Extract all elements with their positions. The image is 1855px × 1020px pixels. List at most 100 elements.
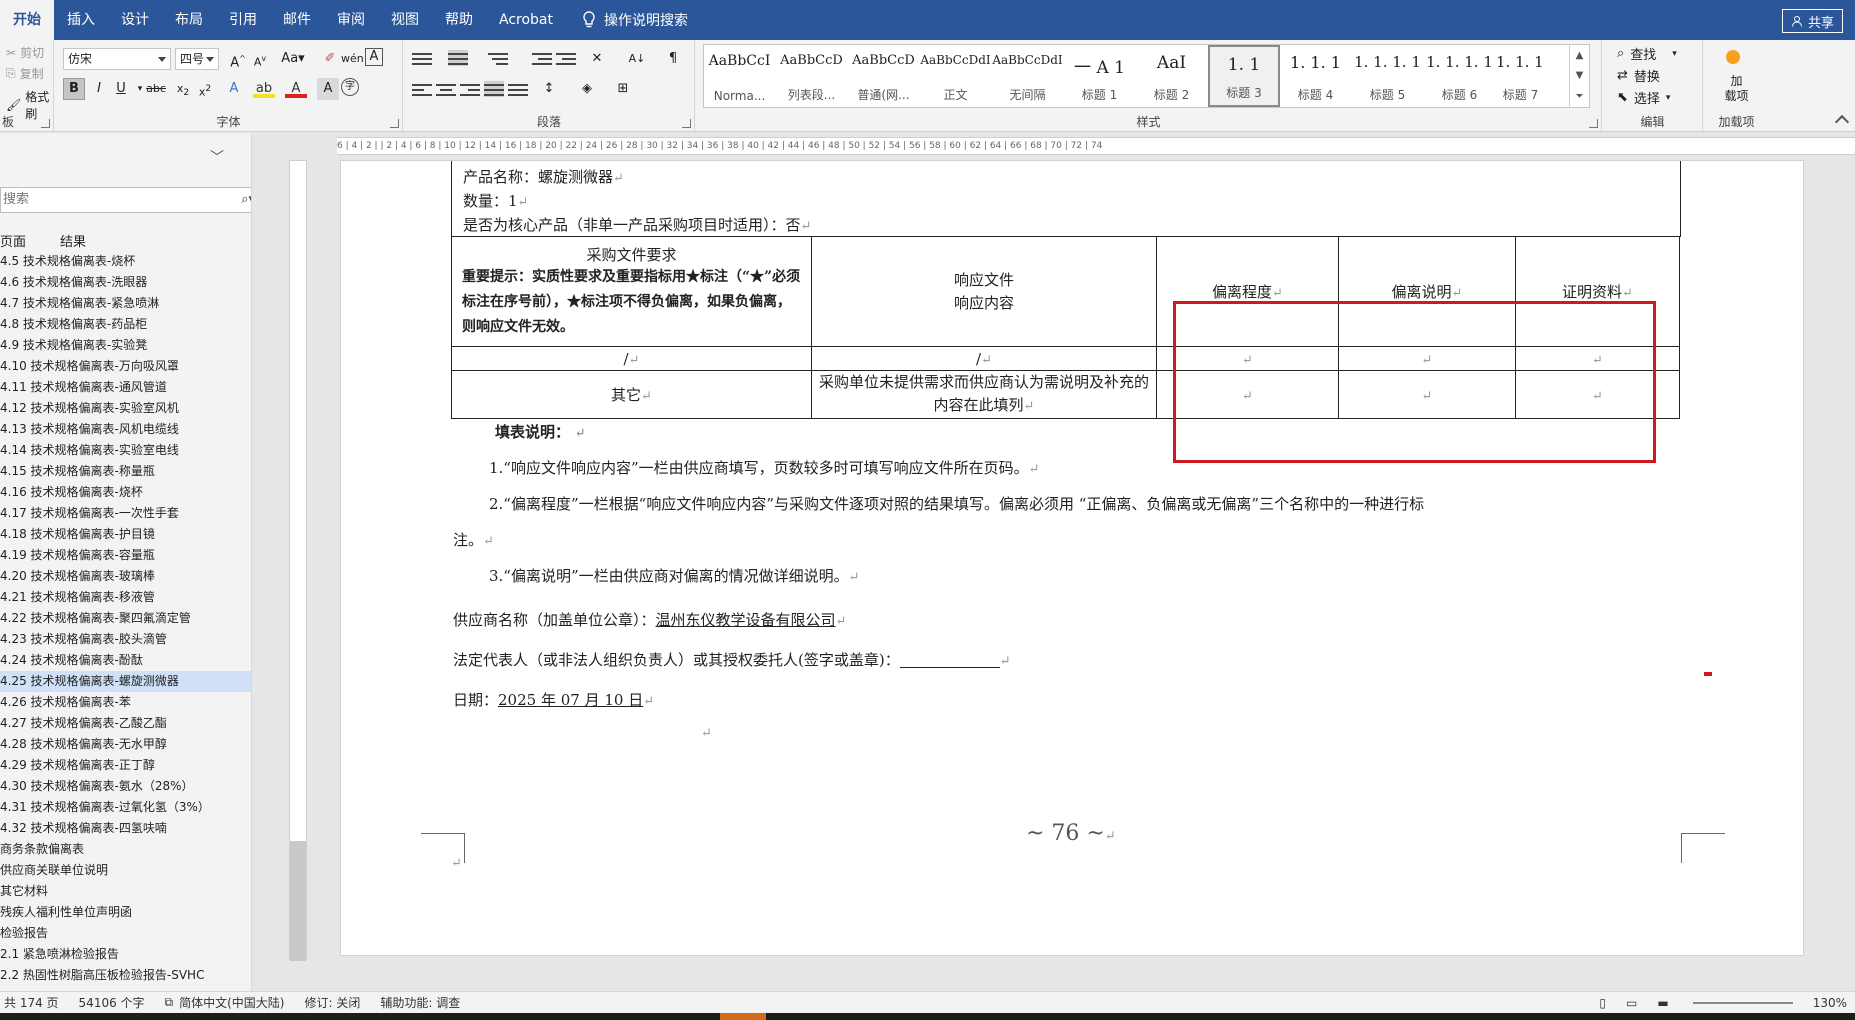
cut-button[interactable]: ✂ 剪切 [6,44,44,61]
zoom-slider[interactable] [1692,1001,1793,1004]
show-marks-icon[interactable]: ¶ [662,48,684,70]
style-heading-5[interactable]: 1. 1. 1. 1 标题 5 [1352,45,1424,107]
nav-heading-item[interactable]: 4.30 技术规格偏离表-氨水（28%） [0,776,251,797]
nav-heading-item[interactable]: 4.24 技术规格偏离表-酚酞 [0,650,251,671]
accessibility-status[interactable]: 辅助功能: 调查 [380,994,460,1011]
numbering-icon[interactable] [448,50,468,66]
nav-heading-item[interactable]: 4.15 技术规格偏离表-称量瓶 [0,461,251,482]
style-heading-2[interactable]: AaI 标题 2 [1136,45,1208,107]
nav-heading-item[interactable]: 4.29 技术规格偏离表-正丁醇 [0,755,251,776]
tab-mailings[interactable]: 邮件 [270,0,324,40]
tab-help[interactable]: 帮助 [432,0,486,40]
paragraph-launcher[interactable] [682,119,691,128]
align-center-icon[interactable] [436,81,456,97]
select-button[interactable]: ⬉ 选择 ▾ [1617,88,1670,107]
nav-options-icon[interactable]: ﹀ [210,147,224,167]
nav-heading-item[interactable]: 供应商关联单位说明 [0,860,251,881]
text-effects-button[interactable]: A [223,78,245,100]
nav-heading-item[interactable]: 4.17 技术规格偏离表-一次性手套 [0,503,251,524]
style-heading-6[interactable]: 1. 1. 1. 1 标题 6 [1424,45,1496,107]
nav-tab-pages[interactable]: 页面 [0,231,26,250]
find-button[interactable]: ⌕ 查找 ▾ [1617,44,1677,63]
nav-heading-item[interactable]: 4.28 技术规格偏离表-无水甲醇 [0,734,251,755]
nav-heading-item[interactable]: 4.10 技术规格偏离表-万向吸风罩 [0,356,251,377]
nav-heading-item[interactable]: 4.14 技术规格偏离表-实验室电线 [0,440,251,461]
font-name-combo[interactable]: 仿宋 [63,48,171,70]
page-count[interactable]: 共 174 页 [4,994,59,1011]
document-page[interactable]: 产品名称：螺旋测微器↵ 数量：1↵ 是否为核心产品（非单一产品采购项目时适用）：… [340,160,1804,956]
nav-heading-item[interactable]: 4.11 技术规格偏离表-通风管道 [0,377,251,398]
nav-heading-item[interactable]: 残疾人福利性单位声明函 [0,902,251,923]
nav-heading-item[interactable]: 4.8 技术规格偏离表-药品柜 [0,314,251,335]
tab-home[interactable]: 开始 [0,0,54,40]
clipboard-launcher[interactable] [41,119,50,128]
sort-icon[interactable]: A↓ [626,48,648,70]
grow-font-button[interactable]: A^ [227,48,249,70]
tab-references[interactable]: 引用 [216,0,270,40]
nav-heading-item[interactable]: 4.27 技术规格偏离表-乙酸乙酯 [0,713,251,734]
change-case-button[interactable]: Aa▾ [277,48,309,70]
copy-button[interactable]: ⎘ 复制 [6,65,44,82]
nav-heading-item[interactable]: 4.26 技术规格偏离表-苯 [0,692,251,713]
more-styles-icon[interactable]: ⏷ [1576,91,1584,102]
nav-tab-results[interactable]: 结果 [60,231,86,250]
nav-heading-item[interactable]: 4.21 技术规格偏离表-移液管 [0,587,251,608]
nav-heading-item[interactable]: 检验报告 [0,923,251,944]
nav-heading-item[interactable]: 4.12 技术规格偏离表-实验室风机 [0,398,251,419]
nav-heading-item[interactable]: 4.32 技术规格偏离表-四氢呋喃 [0,818,251,839]
nav-heading-item[interactable]: 4.23 技术规格偏离表-胶头滴管 [0,629,251,650]
nav-heading-item[interactable]: 4.9 技术规格偏离表-实验凳 [0,335,251,356]
shading-icon[interactable]: ◈ [576,78,598,100]
distributed-icon[interactable] [508,81,528,97]
chinese-layout-icon[interactable]: ✕ [586,48,608,70]
shrink-font-button[interactable]: Av [249,48,271,70]
decrease-indent-icon[interactable] [532,50,552,66]
nav-heading-item[interactable]: 2.1 紧急喷淋检验报告 [0,944,251,965]
nav-heading-item[interactable]: 4.25 技术规格偏离表-螺旋测微器 [0,671,251,692]
nav-heading-item[interactable]: 2.2 热固性树脂高压板检验报告-SVHC [0,965,251,986]
horizontal-ruler[interactable]: 6 | 4 | 2 | | 2 | 4 | 6 | 8 | 10 | 12 | … [287,137,1855,155]
style-list-paragraph[interactable]: AaBbCcD 列表段... [776,45,848,107]
read-mode-icon[interactable]: ▯ [1599,996,1606,1010]
strikethrough-button[interactable]: abc [145,78,167,100]
borders-icon[interactable]: ⊞ [612,78,634,100]
style-heading-7[interactable]: 1. 1. 1. 1标题 7 [1496,45,1546,107]
italic-button[interactable]: I [88,78,110,100]
table-cell[interactable]: /↵ [811,346,1157,371]
nav-heading-item[interactable]: 4.22 技术规格偏离表-聚四氟滴定管 [0,608,251,629]
nav-heading-item[interactable]: 4.5 技术规格偏离表-烧杯 [0,251,251,272]
gallery-scroll[interactable]: ▲ ▼ ⏷ [1569,45,1589,107]
web-layout-icon[interactable]: ▬ [1657,996,1668,1010]
font-launcher[interactable] [390,119,399,128]
nav-heading-item[interactable]: 4.19 技术规格偏离表-容量瓶 [0,545,251,566]
clear-format-icon[interactable]: ✐ [319,48,341,70]
font-size-combo[interactable]: 四号 [175,48,219,70]
word-count[interactable]: 54106 个字 [79,994,145,1011]
nav-search-input[interactable]: 搜索 ⌕▾ [0,187,251,213]
font-color-button[interactable]: A [285,78,307,98]
addins-button[interactable]: 加 载项 [1704,74,1769,104]
style-normal[interactable]: AaBbCcI Norma... [704,45,776,107]
nav-heading-item[interactable]: 其它材料 [0,881,251,902]
increase-indent-icon[interactable] [556,50,576,66]
line-spacing-icon[interactable]: ↕ [538,78,560,100]
zoom-level[interactable]: 130% [1813,996,1847,1010]
justify-icon[interactable] [484,81,504,97]
style-heading-1[interactable]: 一 A 1 标题 1 [1064,45,1136,107]
styles-launcher[interactable] [1589,119,1598,128]
nav-heading-item[interactable]: 4.13 技术规格偏离表-风机电缆线 [0,419,251,440]
proofing-icon[interactable]: ⧉ [165,995,174,1010]
nav-heading-item[interactable]: 4.16 技术规格偏离表-烧杯 [0,482,251,503]
tab-layout[interactable]: 布局 [162,0,216,40]
table-cell[interactable]: 其它↵ [451,370,812,419]
nav-heading-item[interactable]: 4.6 技术规格偏离表-洗眼器 [0,272,251,293]
nav-heading-item[interactable]: 4.7 技术规格偏离表-紧急喷淋 [0,293,251,314]
print-layout-icon[interactable]: ▭ [1626,996,1637,1010]
style-body[interactable]: AaBbCcDdI 正文 [920,45,992,107]
scroll-up-icon[interactable]: ▲ [1576,50,1584,61]
replace-button[interactable]: ⇄ 替换 [1617,66,1660,85]
tab-insert[interactable]: 插入 [54,0,108,40]
char-border-button[interactable]: A [365,48,383,66]
table-cell[interactable]: 采购单位未提供需求而供应商认为需说明及补充的内容在此填列↵ [811,370,1157,419]
subscript-button[interactable]: x2 [172,78,194,100]
